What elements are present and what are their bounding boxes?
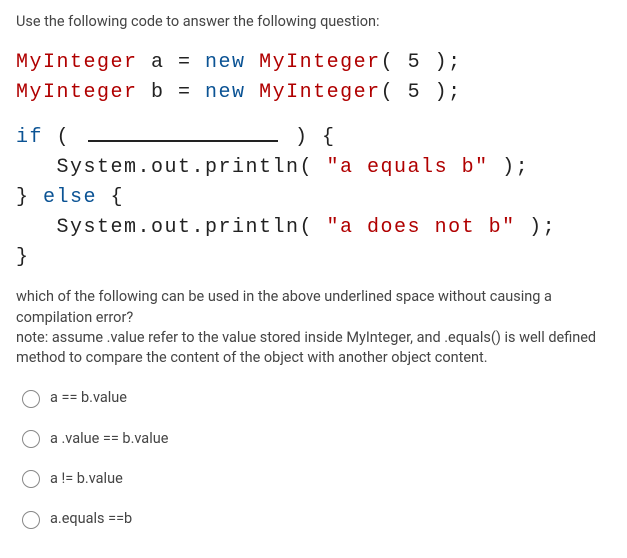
code-block: MyInteger a = new MyInteger( 5 ); MyInte… <box>16 48 611 108</box>
fill-in-blank <box>88 122 278 142</box>
options-list: a == b.value a .value == b.value a != b.… <box>16 388 611 529</box>
code-token: } <box>16 186 43 209</box>
option-1[interactable]: a == b.value <box>22 388 611 408</box>
option-label: a != b.value <box>50 469 123 489</box>
code-token: System.out.println( <box>16 156 327 179</box>
code-token: ( 5 ); <box>381 81 462 104</box>
code-token: System.out.println( <box>16 216 327 239</box>
question-followup: which of the following can be used in th… <box>16 287 611 368</box>
code-token: { <box>97 186 124 209</box>
code-token: "a does not b" <box>327 216 516 239</box>
code-token: ) { <box>282 126 336 149</box>
code-token: MyInteger <box>259 81 381 104</box>
code-token: b = <box>138 81 206 104</box>
radio-icon[interactable] <box>22 430 40 448</box>
radio-icon[interactable] <box>22 470 40 488</box>
code-token: ); <box>489 156 530 179</box>
code-token: MyInteger <box>259 51 381 74</box>
code-token: else <box>43 186 97 209</box>
option-4[interactable]: a.equals ==b <box>22 509 611 529</box>
radio-icon[interactable] <box>22 511 40 529</box>
radio-icon[interactable] <box>22 390 40 408</box>
code-token: } <box>16 246 30 269</box>
code-token: if <box>16 126 43 149</box>
question-intro: Use the following code to answer the fol… <box>16 12 611 32</box>
code-token: ( <box>43 126 84 149</box>
code-token: ); <box>516 216 557 239</box>
code-token: new <box>205 81 259 104</box>
option-2[interactable]: a .value == b.value <box>22 429 611 449</box>
code-token: ( 5 ); <box>381 51 462 74</box>
option-label: a.equals ==b <box>50 509 132 529</box>
code-token: MyInteger <box>16 51 138 74</box>
code-token: MyInteger <box>16 81 138 104</box>
option-label: a == b.value <box>50 388 127 408</box>
code-block-if: if ( ) { System.out.println( "a equals b… <box>16 122 611 273</box>
option-label: a .value == b.value <box>50 429 168 449</box>
option-3[interactable]: a != b.value <box>22 469 611 489</box>
code-token: a = <box>138 51 206 74</box>
code-token: new <box>205 51 259 74</box>
code-token: "a equals b" <box>327 156 489 179</box>
